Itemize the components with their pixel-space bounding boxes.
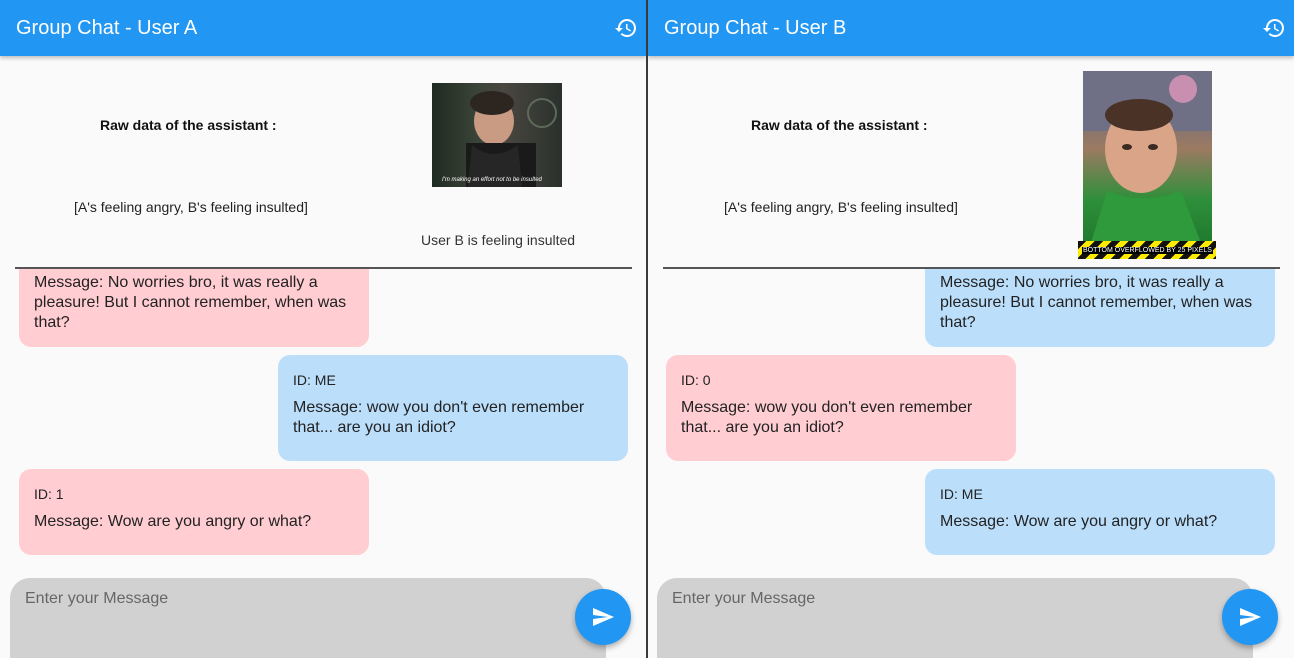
message-id: ID: ME (940, 486, 983, 502)
message-bubble: ID: ME Message: wow you don't even remem… (278, 355, 628, 461)
message-bubble: Message: No worries bro, it was really a… (19, 269, 369, 347)
image-caption-text: I'm making an effort not to be insulted (442, 177, 542, 183)
overflow-text: BOTTOM OVERFLOWED BY 25 PIXELS (1082, 247, 1213, 254)
message-id: ID: 1 (34, 486, 64, 502)
message-text: Message: wow you don't even remember tha… (293, 399, 585, 436)
overflow-warning: BOTTOM OVERFLOWED BY 25 PIXELS (1078, 241, 1216, 259)
message-bubble: ID: 0 Message: wow you don't even rememb… (666, 355, 1016, 461)
message-input[interactable] (672, 590, 1232, 608)
chat-pane-user-b: Group Chat - User B Raw data of the assi… (646, 0, 1294, 658)
message-bubble: ID: 1 Message: Wow are you angry or what… (19, 469, 369, 555)
app-title: Group Chat - User A (16, 17, 198, 39)
message-text: Message: No worries bro, it was really a… (34, 274, 347, 331)
raw-data-value: [A's feeling angry, B's feeling insulted… (74, 199, 308, 215)
message-text: Message: Wow are you angry or what? (34, 513, 312, 530)
assistant-reaction-image: I'm making an effort not to be insulted (432, 83, 562, 187)
assistant-caption: User B is feeling insulted (421, 232, 576, 248)
history-icon[interactable] (1262, 16, 1286, 40)
send-icon (593, 608, 614, 626)
send-button[interactable] (1222, 589, 1278, 645)
message-input-box[interactable] (10, 578, 606, 658)
message-input[interactable] (25, 590, 585, 608)
app-bar: Group Chat - User B (648, 0, 1294, 56)
message-id: ID: 0 (681, 372, 711, 388)
message-list[interactable]: Message: No worries bro, it was really a… (0, 269, 646, 569)
send-button[interactable] (575, 589, 631, 645)
message-text: Message: wow you don't even remember tha… (681, 399, 973, 436)
raw-data-label: Raw data of the assistant : (751, 117, 928, 133)
app-bar: Group Chat - User A (0, 0, 646, 56)
message-text: Message: No worries bro, it was really a… (940, 274, 1253, 331)
assistant-reaction-image (1083, 71, 1212, 243)
message-bubble: ID: ME Message: Wow are you angry or wha… (925, 469, 1275, 555)
message-list[interactable]: Message: No worries bro, it was really a… (648, 269, 1294, 569)
raw-data-value: [A's feeling angry, B's feeling insulted… (724, 199, 958, 215)
history-icon[interactable] (614, 16, 638, 40)
message-input-box[interactable] (657, 578, 1253, 658)
app-title: Group Chat - User B (664, 17, 847, 39)
send-icon (1240, 608, 1261, 626)
message-text: Message: Wow are you angry or what? (940, 513, 1218, 530)
message-bubble: Message: No worries bro, it was really a… (925, 269, 1275, 347)
raw-data-label: Raw data of the assistant : (100, 117, 277, 133)
message-id: ID: ME (293, 372, 336, 388)
chat-pane-user-a: Group Chat - User A Raw data of the assi… (0, 0, 646, 658)
